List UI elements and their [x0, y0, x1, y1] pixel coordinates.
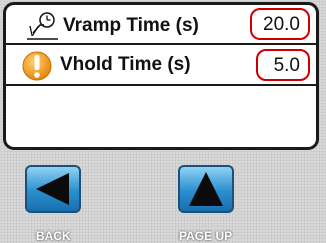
parameter-value-field[interactable]: 20.0 — [250, 8, 310, 40]
left-arrow-icon — [36, 173, 69, 205]
parameter-row-vramp[interactable]: V Vramp Time (s) 20.0 — [6, 5, 316, 45]
warning-icon — [21, 50, 55, 82]
empty-parameter-row — [6, 86, 316, 147]
parameter-panel: V Vramp Time (s) 20.0 Vhold Time (s) 5.0 — [3, 2, 319, 150]
back-button[interactable] — [25, 165, 81, 213]
parameter-label: Vhold Time (s) — [60, 54, 191, 75]
page-up-button-label: PAGE UP — [179, 229, 233, 243]
up-arrow-icon — [189, 172, 223, 206]
parameter-value-field[interactable]: 5.0 — [256, 49, 310, 81]
parameter-row-vhold[interactable]: Vhold Time (s) 5.0 — [6, 45, 316, 86]
parameter-label: Vramp Time (s) — [63, 15, 199, 36]
page-up-button[interactable] — [178, 165, 234, 213]
back-button-label: BACK — [36, 229, 71, 243]
ramp-clock-icon: V — [24, 11, 60, 41]
